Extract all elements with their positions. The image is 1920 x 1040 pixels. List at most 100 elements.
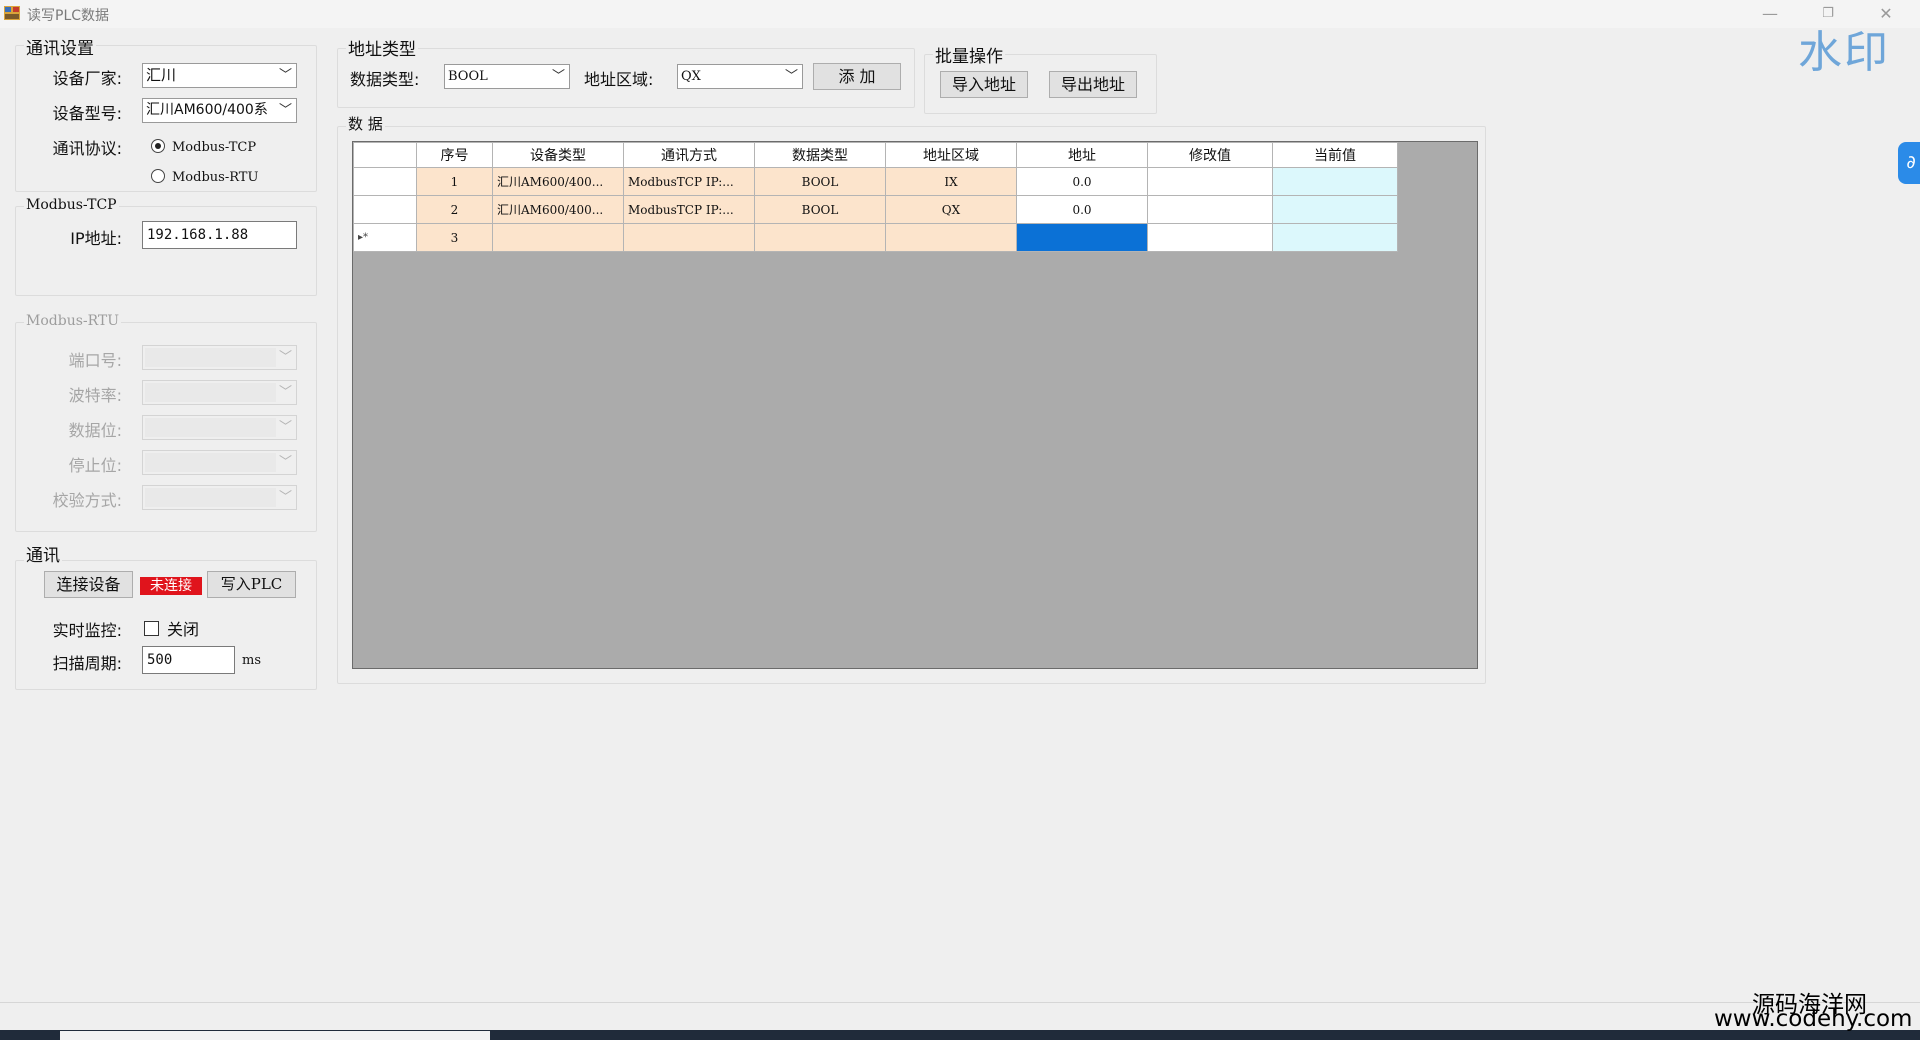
row-header[interactable] bbox=[353, 195, 417, 224]
cell-index[interactable]: 1 bbox=[416, 167, 493, 196]
grid-corner-header[interactable] bbox=[353, 142, 417, 168]
grid-header-row: 序号 设备类型 通讯方式 数据类型 地址区域 地址 修改值 当前值 bbox=[353, 142, 1398, 168]
modbus-rtu-title: Modbus-RTU bbox=[24, 313, 122, 329]
site-watermark-line2: www.codehy.com bbox=[1714, 1006, 1913, 1032]
side-float-button[interactable]: ∂ bbox=[1898, 142, 1920, 184]
cell-data-type[interactable] bbox=[754, 223, 886, 252]
vendor-label: 设备厂家: bbox=[52, 69, 122, 88]
table-row[interactable]: 1 汇川AM600/400... ModbusTCP IP:... BOOL I… bbox=[353, 167, 1398, 196]
comm-title: 通讯 bbox=[24, 541, 62, 566]
cell-device-type[interactable]: 汇川AM600/400... bbox=[492, 195, 624, 224]
scan-unit: ms bbox=[242, 653, 261, 668]
chevron-down-icon: ﹀ bbox=[278, 490, 292, 505]
radio-unselected-icon bbox=[151, 169, 165, 183]
status-divider bbox=[0, 1002, 1920, 1003]
monitor-label: 实时监控: bbox=[52, 621, 122, 640]
column-header-data-type[interactable]: 数据类型 bbox=[754, 142, 886, 168]
chevron-down-icon: ﹀ bbox=[276, 99, 292, 122]
batch-title: 批量操作 bbox=[933, 42, 1005, 67]
cell-index[interactable]: 3 bbox=[416, 223, 493, 252]
area-value: QX bbox=[681, 69, 701, 84]
data-grid[interactable]: 序号 设备类型 通讯方式 数据类型 地址区域 地址 修改值 当前值 1 汇川AM… bbox=[353, 142, 1398, 252]
write-plc-button[interactable]: 写入PLC bbox=[207, 571, 296, 598]
cell-current-value[interactable] bbox=[1272, 167, 1398, 196]
minimize-button[interactable]: — bbox=[1756, 2, 1784, 26]
vendor-value: 汇川 bbox=[146, 66, 177, 84]
cell-current-value[interactable] bbox=[1272, 223, 1398, 252]
monitor-checkbox[interactable]: 关闭 bbox=[144, 616, 199, 640]
chevron-down-icon: ﹀ bbox=[278, 385, 292, 400]
vendor-select[interactable]: 汇川 ﹀ bbox=[142, 63, 297, 88]
chevron-down-icon: ﹀ bbox=[278, 420, 292, 435]
column-header-current-value[interactable]: 当前值 bbox=[1272, 142, 1398, 168]
cell-address[interactable]: 0.0 bbox=[1016, 167, 1148, 196]
cell-data-type[interactable]: BOOL bbox=[754, 167, 886, 196]
taskbar-search-area[interactable] bbox=[60, 1031, 490, 1040]
databits-select[interactable]: ﹀ bbox=[142, 415, 297, 440]
cell-data-type[interactable]: BOOL bbox=[754, 195, 886, 224]
cell-address-selected[interactable] bbox=[1016, 223, 1148, 252]
connect-button[interactable]: 连接设备 bbox=[44, 571, 133, 598]
app-icon bbox=[4, 6, 20, 20]
import-address-button[interactable]: 导入地址 bbox=[940, 71, 1028, 98]
table-row-new[interactable]: ▸* 3 bbox=[353, 223, 1398, 252]
parity-label: 校验方式: bbox=[52, 491, 122, 510]
cell-comm-method[interactable]: ModbusTCP IP:... bbox=[623, 167, 755, 196]
cell-current-value[interactable] bbox=[1272, 195, 1398, 224]
port-label: 端口号: bbox=[68, 351, 122, 370]
table-row[interactable]: 2 汇川AM600/400... ModbusTCP IP:... BOOL Q… bbox=[353, 195, 1398, 224]
ip-label: IP地址: bbox=[70, 229, 122, 248]
column-header-index[interactable]: 序号 bbox=[416, 142, 493, 168]
databits-label: 数据位: bbox=[68, 421, 122, 440]
baud-label: 波特率: bbox=[68, 386, 122, 405]
cell-modify-value[interactable] bbox=[1147, 223, 1273, 252]
datatype-value: BOOL bbox=[448, 69, 488, 84]
model-select[interactable]: 汇川AM600/400系 ﹀ bbox=[142, 98, 297, 123]
modbus-tcp-group bbox=[15, 206, 317, 296]
datatype-select[interactable]: BOOL ﹀ bbox=[444, 64, 570, 89]
row-header[interactable] bbox=[353, 167, 417, 196]
modbus-tcp-title: Modbus-TCP bbox=[24, 197, 119, 213]
chevron-down-icon: ﹀ bbox=[551, 69, 565, 84]
cell-modify-value[interactable] bbox=[1147, 195, 1273, 224]
chevron-down-icon: ﹀ bbox=[784, 69, 798, 84]
chevron-down-icon: ﹀ bbox=[278, 350, 292, 365]
cell-address-area[interactable]: QX bbox=[885, 195, 1017, 224]
title-bar bbox=[0, 0, 1920, 28]
radio-modbus-rtu[interactable]: Modbus-RTU bbox=[151, 169, 258, 185]
parity-select[interactable]: ﹀ bbox=[142, 485, 297, 510]
chevron-down-icon: ﹀ bbox=[278, 68, 292, 83]
column-header-address-area[interactable]: 地址区域 bbox=[885, 142, 1017, 168]
cell-comm-method[interactable]: ModbusTCP IP:... bbox=[623, 195, 755, 224]
cell-address[interactable]: 0.0 bbox=[1016, 195, 1148, 224]
cell-address-area[interactable]: IX bbox=[885, 167, 1017, 196]
cell-comm-method[interactable] bbox=[623, 223, 755, 252]
cell-address-area[interactable] bbox=[885, 223, 1017, 252]
ip-input[interactable]: 192.168.1.88 bbox=[142, 221, 297, 249]
cell-device-type[interactable]: 汇川AM600/400... bbox=[492, 167, 624, 196]
window-title: 读写PLC数据 bbox=[27, 8, 110, 24]
column-header-modify-value[interactable]: 修改值 bbox=[1147, 142, 1273, 168]
watermark-text: 水印 bbox=[1798, 27, 1890, 78]
column-header-comm-method[interactable]: 通讯方式 bbox=[623, 142, 755, 168]
cell-device-type[interactable] bbox=[492, 223, 624, 252]
add-button[interactable]: 添 加 bbox=[813, 63, 901, 90]
model-label: 设备型号: bbox=[52, 104, 122, 123]
scan-period-input[interactable]: 500 bbox=[142, 646, 235, 674]
status-badge: 未连接 bbox=[140, 577, 202, 595]
cell-index[interactable]: 2 bbox=[416, 195, 493, 224]
column-header-device-type[interactable]: 设备类型 bbox=[492, 142, 624, 168]
cell-modify-value[interactable] bbox=[1147, 167, 1273, 196]
new-row-marker-icon[interactable]: ▸* bbox=[353, 223, 417, 252]
area-select[interactable]: QX ﹀ bbox=[677, 64, 803, 89]
datatype-label: 数据类型: bbox=[350, 70, 420, 89]
data-title: 数 据 bbox=[346, 113, 385, 134]
stopbits-select[interactable]: ﹀ bbox=[142, 450, 297, 475]
area-label: 地址区域: bbox=[584, 70, 654, 89]
column-header-address[interactable]: 地址 bbox=[1016, 142, 1148, 168]
protocol-label: 通讯协议: bbox=[52, 139, 122, 158]
baud-select[interactable]: ﹀ bbox=[142, 380, 297, 405]
export-address-button[interactable]: 导出地址 bbox=[1049, 71, 1137, 98]
radio-modbus-tcp[interactable]: Modbus-TCP bbox=[151, 139, 256, 155]
port-select[interactable]: ﹀ bbox=[142, 345, 297, 370]
